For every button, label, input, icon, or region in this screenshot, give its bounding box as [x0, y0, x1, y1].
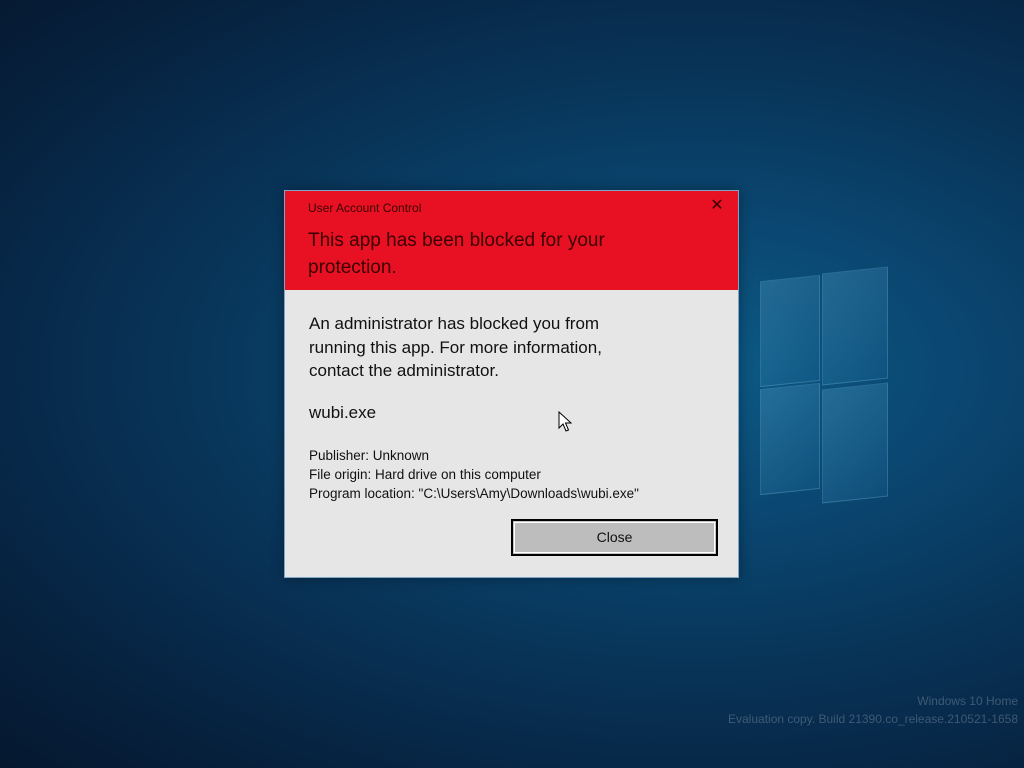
uac-dialog: User Account Control ✕ This app has been… [284, 190, 739, 578]
publisher-text: Publisher: Unknown [309, 448, 430, 463]
uac-body: An administrator has blocked you from ru… [285, 290, 738, 577]
dialog-caption: User Account Control [308, 201, 422, 215]
watermark-build: Evaluation copy. Build 21390.co_release.… [728, 712, 1018, 726]
uac-header: User Account Control ✕ This app has been… [285, 191, 738, 290]
program-location-text: Program location: "C:\Users\Amy\Download… [309, 486, 639, 501]
watermark-edition: Windows 10 Home [917, 694, 1018, 708]
program-name: wubi.exe [309, 403, 377, 422]
program-details: Publisher: Unknown File origin: Hard dri… [309, 446, 639, 503]
close-button-label: Close [514, 522, 715, 553]
file-origin-text: File origin: Hard drive on this computer [309, 467, 541, 482]
evaluation-watermark: Windows 10 Home Evaluation copy. Build 2… [728, 692, 1018, 728]
desktop: User Account Control ✕ This app has been… [0, 0, 1024, 768]
dialog-headline: This app has been blocked for your prote… [308, 230, 605, 278]
mouse-pointer-icon [558, 411, 572, 432]
windows-logo-wallpaper [760, 266, 888, 504]
dialog-message: An administrator has blocked you from ru… [309, 314, 602, 380]
close-button[interactable]: Close [511, 519, 718, 556]
close-icon[interactable]: ✕ [708, 197, 726, 215]
